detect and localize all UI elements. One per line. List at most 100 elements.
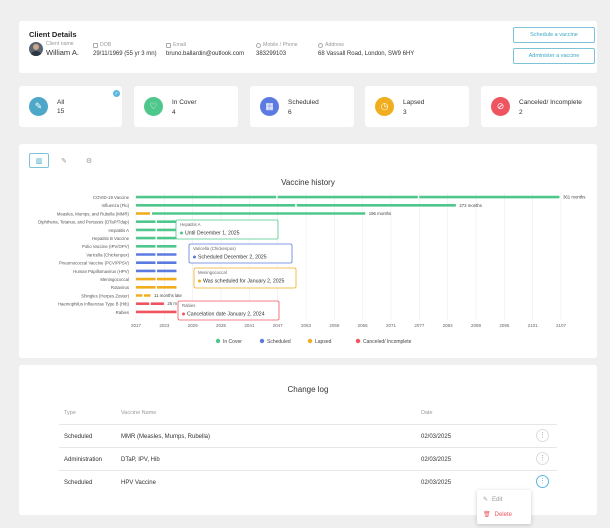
category-label: Varicella (Chickenpox) [86,252,129,257]
x-tick-label: 2035 [216,323,227,328]
bar-value-label: 196 months [369,211,391,216]
avatar [29,42,43,56]
tooltip-title: Hepatitis A [180,222,201,227]
bar-segment [157,277,177,281]
bar-segment [136,269,156,273]
stat-lapsed[interactable]: ◷ Lapsed 3 [365,86,469,127]
client-name-field: Client name William A. [46,41,79,57]
email-field: Email bruno.ballardin@outlook.com [166,42,244,57]
tooltip-text: Scheduled December 2, 2025 [198,255,267,261]
row-type: Administration [64,457,103,463]
bar-segment [157,236,177,240]
bar-segment [419,195,560,199]
table-row: Scheduled MMR (Measles, Mumps, Rubella) … [59,424,557,447]
bar-segment [157,253,177,256]
bar-segment [157,286,177,289]
bar-segment [136,294,143,297]
stat-count: 6 [288,109,292,116]
bar-segment [136,204,296,207]
row-date: 02/03/2025 [421,434,452,440]
phone-label: Mobile / Phone [263,42,298,48]
bar-segment [150,302,164,305]
x-tick-label: 2053 [301,323,312,328]
bar-segment [136,228,156,232]
legend-label: Lapsed [315,339,332,345]
delete-menu-item[interactable]: 🗑 Delete [483,511,512,519]
dob-value: 29/11/1969 (55 yr 3 mn) [93,51,157,57]
bar-value-label: 11 months late [154,293,182,298]
legend-marker [259,338,265,344]
stat-count: 15 [57,108,65,115]
edit-label: Edit [492,496,503,503]
bar-segment [157,261,177,264]
vaccine-history-chart: 2017 2023 2029 2035 2041 2047 2053 2059 2065 2071… [38,193,585,345]
category-label: Hepatitis A [108,228,129,233]
calendar-icon: ▦ [260,97,279,116]
syringe-icon: ✎ [29,97,48,116]
schedule-vaccine-button[interactable]: Schedule a vaccine [513,27,595,43]
tooltip-dot [182,312,185,316]
category-label: COVID-19 Vaccine [93,195,130,200]
row-date: 02/03/2025 [421,480,452,486]
stat-all[interactable]: ✓ ✎ All 15 [19,86,122,127]
row-type: Scheduled [64,480,93,486]
tooltip-text: Was scheduled for January 2, 2025 [203,279,285,285]
bar-segment [136,212,150,215]
phone-field: Mobile / Phone 383299103 [256,42,298,57]
x-tick-label: 2095 [499,323,510,328]
stat-in-cover[interactable]: ♡ In Cover 4 [134,86,238,127]
email-value[interactable]: bruno.ballardin@outlook.com [166,51,244,57]
category-label: Polio Vaccine (IPV/OPV) [82,244,130,249]
date-header: Date [421,410,433,416]
vaccine-header: Vaccine Name [121,410,157,416]
bar-segment [144,294,151,297]
bar-value-label: 361 months [563,195,585,200]
category-label: Pneumococcal Vaccine (PCV/PPSV) [59,261,129,266]
bar-segment [136,253,156,256]
row-vaccine: MMR (Measles, Mumps, Rubella) [121,434,211,440]
tooltip-text: Cancelation date January 2, 2024 [187,312,265,318]
category-label: Influenza (Flu) [102,203,130,208]
x-tick-label: 2047 [273,323,284,328]
category-label: Shingles (Herpes Zoster) [81,293,129,298]
row-vaccine: DTaP, IPV, Hib [121,457,160,463]
row-context-menu: ✎ Edit 🗑 Delete [477,490,531,524]
category-label: Rotavirus [111,285,129,290]
legend-marker [215,338,221,344]
legend-label: Scheduled [267,339,291,345]
bar-segment [157,228,177,232]
administer-vaccine-button[interactable]: Administer a vaccine [513,48,595,64]
legend-label: In Cover [223,339,242,345]
location-icon [318,42,323,48]
pencil-icon: ✎ [483,497,489,503]
vaccine-history-card: ▥ ✎ ⚙ Vaccine history 2017 2023 2029 2035 20… [19,144,597,358]
tooltip-title: Meningococcal [198,270,227,275]
stat-scheduled[interactable]: ▦ Scheduled 6 [250,86,354,127]
bar-segment [296,204,456,207]
dob-label: DOB [100,42,112,48]
dob-field: DOB 29/11/1969 (55 yr 3 mn) [93,42,157,57]
bar-segment [152,212,366,215]
row-menu-button[interactable]: ⋮ [536,429,549,442]
stat-canceled[interactable]: ⊘ Canceled/ Incomplete 2 [481,86,597,127]
bar-segment [136,302,150,305]
row-menu-button[interactable]: ⋮ [536,452,549,465]
x-tick-label: 2029 [188,323,199,328]
stat-label: In Cover [172,99,197,106]
calendar-icon [93,42,98,48]
category-label: Rabies [116,310,129,315]
edit-menu-item[interactable]: ✎ Edit [483,496,503,504]
client-details-card: Client Details Client name William A. DO… [19,21,597,73]
tooltip-title: Rabies [182,303,195,308]
bar-segment [136,277,156,281]
trash-icon: 🗑 [483,512,491,518]
x-tick-label: 2071 [386,323,397,328]
tooltip-dot [198,279,201,283]
bar-segment [136,195,277,199]
stat-count: 4 [172,109,176,116]
client-name-label: Client name [46,41,74,47]
address-field: Address 68 Vassall Road, London, SW9 6HY [318,42,414,57]
legend-marker [307,338,313,344]
legend-marker [355,338,361,344]
row-menu-button[interactable]: ⋮ [536,475,549,488]
